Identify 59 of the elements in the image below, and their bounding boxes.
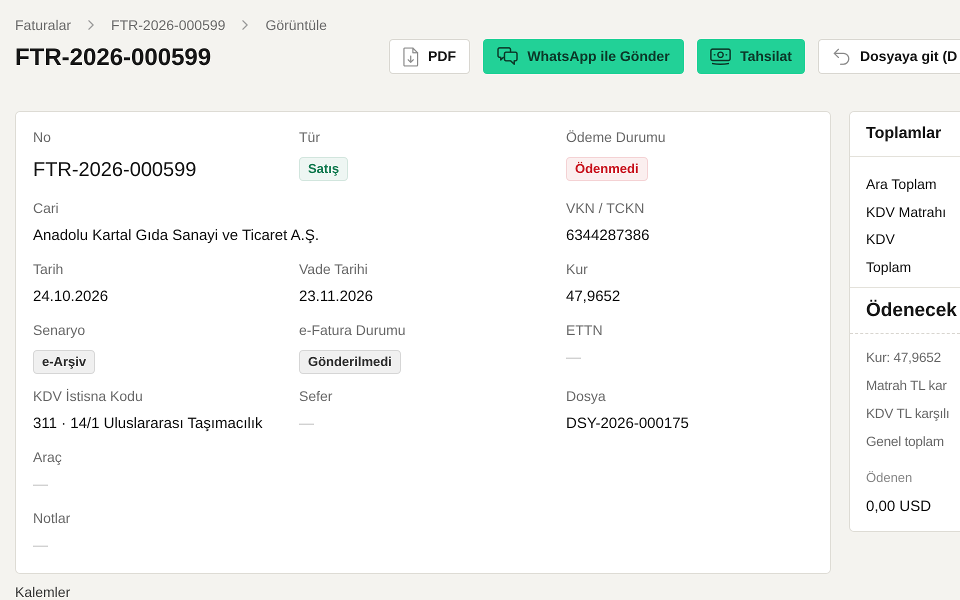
empty-value: — [33, 536, 48, 556]
action-button[interactable]: Dosyaya git (D [818, 39, 960, 74]
total-label: Ara Toplam [866, 175, 937, 194]
section-title: Kalemler [15, 585, 70, 599]
action-button[interactable]: Tahsilat [697, 39, 805, 74]
chevron-right-icon [242, 20, 248, 30]
status-badge: Ödenmedi [566, 157, 648, 181]
field-value: 47,9652 [566, 287, 620, 307]
field-label: Tarih [33, 260, 64, 279]
exchange-line: Kur: 47,9652 [866, 349, 941, 367]
field-label: Vade Tarihi [299, 260, 368, 279]
field-value: 6344287386 [566, 226, 650, 246]
status-badge: e-Arşiv [33, 350, 96, 374]
banknote-icon [710, 48, 732, 66]
empty-value: — [566, 348, 581, 368]
field-value: 311 · 14/1 Uluslararası Taşımacılık [33, 414, 263, 434]
field-label: Dosya [566, 387, 606, 406]
breadcrumb-link[interactable]: FTR-2026-000599 [111, 15, 226, 35]
field-value: DSY-2026-000175 [566, 414, 689, 434]
field-label: Ödeme Durumu [566, 128, 666, 147]
breadcrumb-link[interactable]: Faturalar [15, 15, 72, 35]
chat-bubbles-icon [497, 47, 518, 66]
action-button[interactable]: WhatsApp ile Gönder [483, 39, 684, 74]
field-label: Kur [566, 260, 588, 279]
total-label: KDV [866, 230, 895, 249]
field-label: Notlar [33, 509, 70, 528]
field-label: No [33, 128, 51, 147]
exchange-line: Matrah TL kar [866, 377, 947, 395]
invoice-number: FTR-2026-000599 [33, 158, 196, 183]
undo-arrow-icon [833, 48, 851, 66]
page-title: FTR-2026-000599 [15, 43, 212, 73]
empty-value: — [299, 414, 314, 434]
field-label: Araç [33, 448, 62, 467]
exchange-line: Genel toplam [866, 433, 944, 451]
field-value: 24.10.2026 [33, 287, 108, 307]
empty-value: — [33, 475, 48, 495]
status-badge: Gönderilmedi [299, 350, 401, 374]
chevron-right-icon [88, 20, 94, 30]
field-label: e-Fatura Durumu [299, 321, 406, 340]
amount-due-label: Ödenecek [866, 298, 957, 323]
paid-label: Ödenen [866, 469, 912, 487]
field-label: Sefer [299, 387, 332, 406]
field-label: Tür [299, 128, 320, 147]
file-download-icon [403, 46, 419, 66]
status-badge: Satış [299, 157, 348, 181]
field-value: 23.11.2026 [299, 287, 373, 307]
exchange-line: KDV TL karşılı [866, 405, 950, 423]
card-title: Toplamlar [866, 124, 942, 144]
field-label: KDV İstisna Kodu [33, 387, 143, 406]
field-label: ETTN [566, 321, 603, 340]
total-label: Toplam [866, 258, 912, 277]
paid-amount: 0,00 USD [866, 497, 932, 517]
total-label: KDV Matrahı [866, 202, 946, 222]
action-button[interactable]: PDF [389, 39, 470, 74]
field-label: Senaryo [33, 321, 86, 340]
field-label: VKN / TCKN [566, 199, 644, 218]
field-label: Cari [33, 199, 59, 218]
field-value: Anadolu Kartal Gıda Sanayi ve Ticaret A.Ş. [33, 226, 319, 246]
breadcrumb-current: Görüntüle [265, 16, 327, 35]
